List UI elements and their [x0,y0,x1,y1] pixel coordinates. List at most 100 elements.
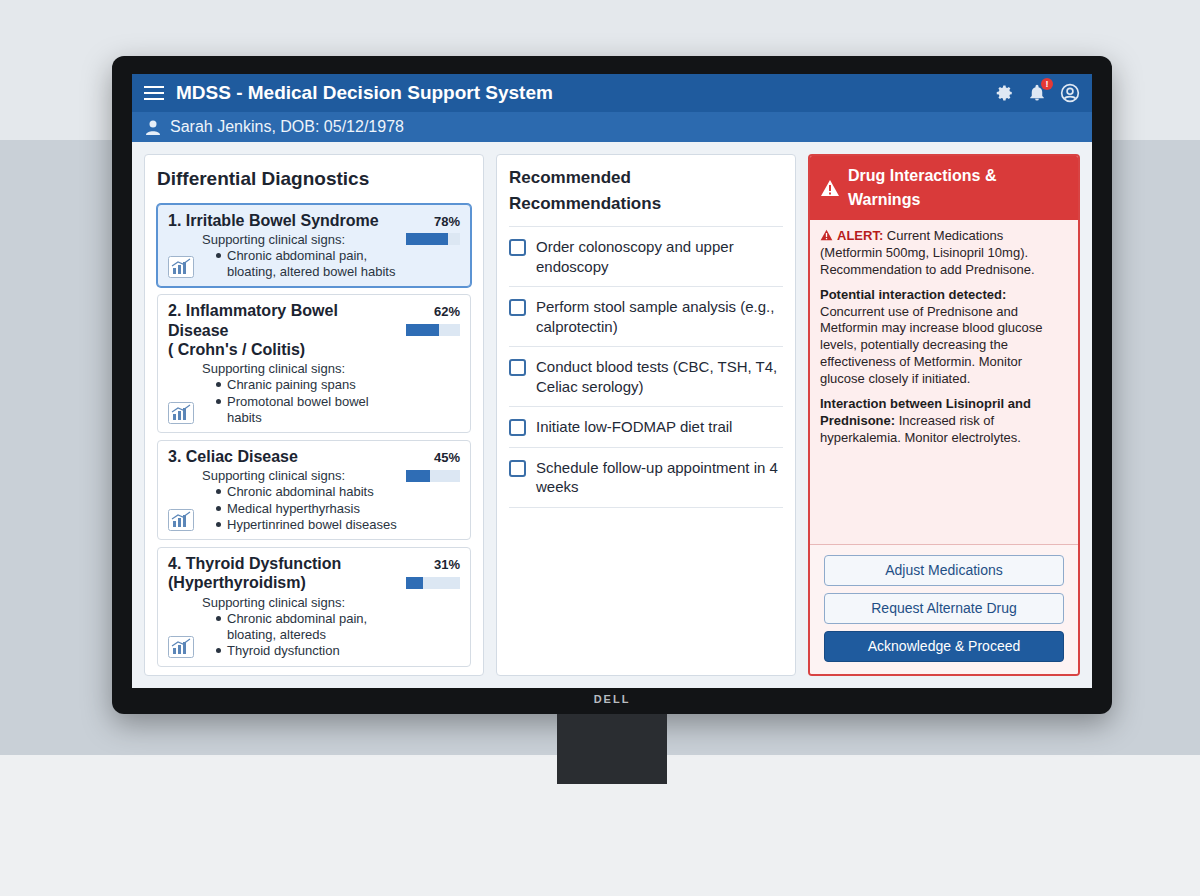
score-percent: 31% [434,555,460,575]
score-track [406,324,460,336]
recommendations-panel: Recommended RecommendationsOrder colonos… [496,154,796,676]
menu-icon[interactable] [144,85,164,101]
sign-item: Chranic paining spans [216,377,398,393]
alert-icon [820,229,833,241]
bullet-icon [216,506,221,517]
diagnosis-card[interactable]: 2. Inflammatory Bowel Disease( Crohn's /… [157,294,471,433]
diagnosis-body: 1. Irritable Bowel Syndrome Supporting cl… [168,211,398,281]
diagnosis-card[interactable]: 4. Thyroid Dysfunction(Hyperthyroidism) S… [157,547,471,666]
chart-icon [168,256,194,278]
signs: Supporting clinical signs:Chronic abdomi… [202,468,398,533]
score: 62% [404,301,460,426]
user-icon[interactable] [1060,83,1080,103]
stand-neck [557,714,667,784]
acknowledge-button[interactable]: Acknowledge & Proceed [824,631,1064,662]
gear-icon[interactable] [996,84,1014,102]
recommendation-item[interactable]: Conduct blood tests (CBC, TSH, T4, Celia… [509,347,783,407]
bullet-icon [216,253,221,281]
sign-item: Hypertinrined bowel diseases [216,517,398,533]
screen: MDSS - Medical Decision Support System! S… [132,74,1092,688]
diagnosis-card[interactable]: 1. Irritable Bowel Syndrome Supporting cl… [157,204,471,288]
sign-item: Medical hyperthyrhasis [216,501,398,517]
recommendation-label: Conduct blood tests (CBC, TSH, T4, Celia… [536,357,783,396]
alert-label: ALERT: [837,228,883,243]
checkbox[interactable] [509,239,526,256]
checkbox[interactable] [509,419,526,436]
signs-label: Supporting clinical signs: [202,595,398,611]
score-percent: 78% [434,212,460,232]
monitor: MDSS - Medical Decision Support System! S… [112,56,1112,714]
sign-item: Chronic abdominal habits [216,484,398,500]
sign-item: Chronic abdominal pain, bloating, altere… [216,248,398,281]
app-header: MDSS - Medical Decision Support System! [132,74,1092,112]
warnings-header: Drug Interactions & Warnings [810,156,1078,220]
button-label: Acknowledge & Proceed [868,638,1021,654]
score-percent: 62% [434,302,460,322]
score-fill [406,470,430,482]
recommendation-item[interactable]: Perform stool sample analysis (e.g., cal… [509,287,783,347]
warning-icon [820,179,840,197]
action-button[interactable]: Adjust Medications [824,555,1064,586]
score-track [406,233,460,245]
diagnosis-name: 4. Thyroid Dysfunction(Hyperthyroidism) [168,554,398,592]
checkbox[interactable] [509,460,526,477]
app-title: MDSS - Medical Decision Support System [176,79,984,108]
signs-list: Chronic abdominal pain, bloating, altere… [202,611,398,660]
diagnosis-card[interactable]: 3. Celiac Disease Supporting clinical sig… [157,440,471,540]
diagnosis-body: 2. Inflammatory Bowel Disease( Crohn's /… [168,301,398,426]
diagnosis-list: 1. Irritable Bowel Syndrome Supporting cl… [157,204,471,667]
panel-title: Differential Diagnostics [157,155,471,204]
warnings-body: ALERT: Current Medications (Metformin 50… [810,220,1078,544]
diagnosis-name-line: 1. Irritable Bowel Syndrome [168,211,398,230]
sign-item: Thyroid dysfunction [216,643,398,659]
sign-item: Promotonal bowel bowel habits [216,394,398,427]
notifications[interactable]: ! [1026,82,1048,104]
action-button[interactable]: Request Alternate Drug [824,593,1064,624]
patient-bar: Sarah Jenkins, DOB: 05/12/1978 [132,112,1092,142]
alert-text: ALERT: Current Medications (Metformin 50… [820,228,1068,279]
signs: Supporting clinical signs:Chranic painin… [202,361,398,426]
checkbox[interactable] [509,299,526,316]
sign-text: Chranic paining spans [227,377,356,393]
interaction-section: Interaction between Lisinopril and Predn… [820,396,1068,447]
recommendation-item[interactable]: Order colonoscopy and upper endoscopy [509,227,783,287]
notification-badge: ! [1041,78,1053,90]
signs: Supporting clinical signs:Chronic abdomi… [202,232,398,281]
checkbox[interactable] [509,359,526,376]
monitor-stand [112,714,1112,784]
warning-actions: Adjust Medications Request Alternate Drug… [810,544,1078,674]
recommendation-label: Perform stool sample analysis (e.g., cal… [536,297,783,336]
chart-icon [168,636,194,658]
score: 78% [404,211,460,281]
signs-list: Chranic paining spansPromotonal bowel bo… [202,377,398,426]
patient-info: Sarah Jenkins, DOB: 05/12/1978 [170,115,404,139]
brand-logo: DELL [594,691,631,708]
recommendation-item[interactable]: Initiate low-FODMAP diet trail [509,407,783,448]
score-fill [406,324,439,336]
warnings-panel: Drug Interactions & Warnings ALERT: Curre… [808,154,1080,676]
signs-row: Supporting clinical signs:Chranic painin… [168,361,398,426]
sign-text: Chronic abdominal habits [227,484,374,500]
sign-text: Promotonal bowel bowel habits [227,394,398,427]
diagnosis-name-line: 4. Thyroid Dysfunction [168,554,398,573]
sign-text: Hypertinrined bowel diseases [227,517,397,533]
bullet-icon [216,648,221,659]
signs-list: Chronic abdominal pain, bloating, altere… [202,248,398,281]
bullet-icon [216,616,221,644]
signs-list: Chronic abdominal habitsMedical hyperthy… [202,484,398,533]
person-icon [146,120,160,135]
score-percent: 45% [434,448,460,468]
recommendation-item[interactable]: Schedule follow-up appointment in 4 week… [509,448,783,508]
chart-icon [168,509,194,531]
diagnosis-body: 3. Celiac Disease Supporting clinical sig… [168,447,398,533]
diagnosis-name-line: 3. Celiac Disease [168,447,398,466]
interaction-section: Potential interaction detected: Concurre… [820,287,1068,388]
score-fill [406,577,423,589]
bullet-icon [216,522,221,533]
bullet-icon [216,399,221,427]
chart-icon [168,402,194,424]
sign-item: Chronic abdominal pain, bloating, altere… [216,611,398,644]
sign-text: Medical hyperthyrhasis [227,501,360,517]
panel-title: Drug Interactions & Warnings [848,164,1068,212]
panel-title: Recommended Recommendations [509,155,783,227]
